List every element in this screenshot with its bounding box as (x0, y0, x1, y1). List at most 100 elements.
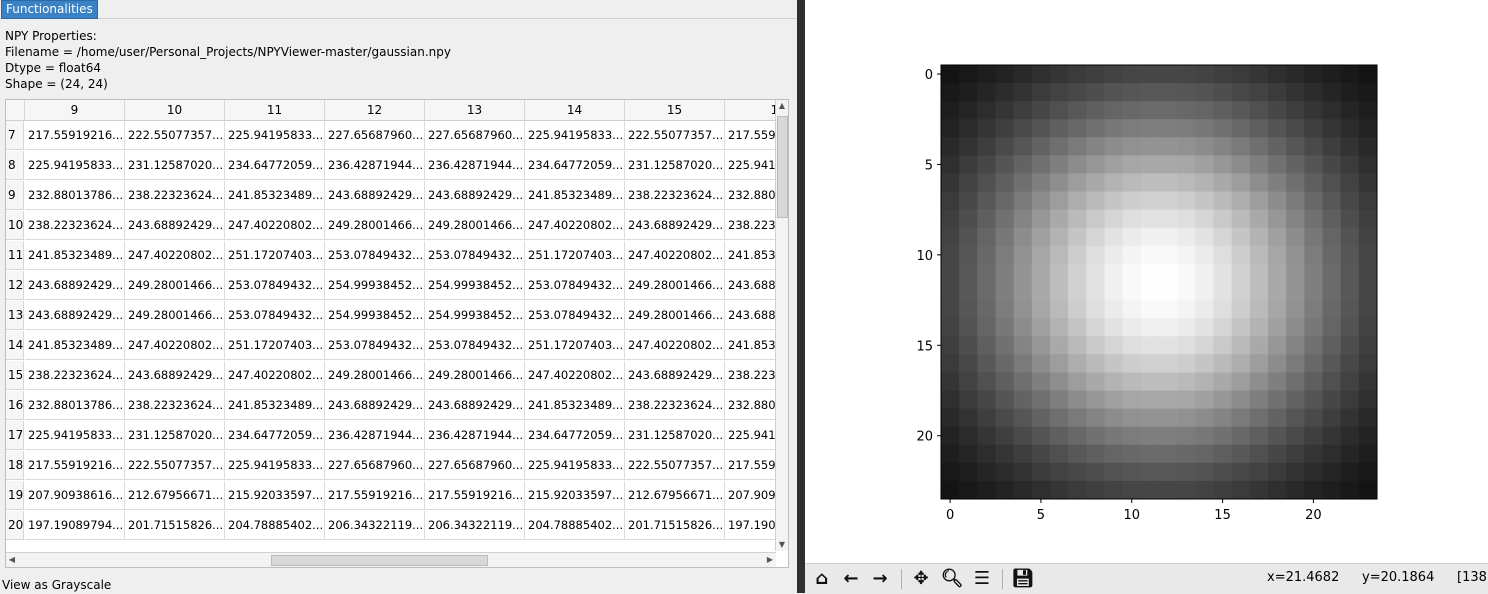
heatmap-plot[interactable]: 0 5 10 15 20 0 5 10 15 20 (805, 0, 1488, 563)
scroll-up-arrow-icon[interactable]: ▲ (776, 100, 788, 112)
table-cell[interactable]: 249.28001466... (625, 301, 725, 330)
table-cell[interactable]: 197.19089794... (25, 511, 125, 540)
table-cell[interactable]: 254.99938452... (425, 271, 525, 300)
table-cell[interactable]: 206.34322119... (325, 511, 425, 540)
table-cell[interactable]: 238.22323624... (625, 181, 725, 210)
table-cell[interactable]: 232.88013786... (25, 181, 125, 210)
table-cell[interactable]: 243.688 (725, 301, 776, 330)
table-cell[interactable]: 238.223 (725, 211, 776, 240)
table-cell[interactable]: 247.40220802... (125, 331, 225, 360)
table-cell[interactable]: 254.99938452... (325, 271, 425, 300)
table-cell[interactable]: 243.68892429... (425, 391, 525, 420)
table-cell[interactable]: 207.90938616... (25, 481, 125, 510)
table-cell[interactable]: 249.28001466... (625, 271, 725, 300)
column-header-cell[interactable]: 12 (325, 100, 425, 120)
table-cell[interactable]: 215.92033597... (225, 481, 325, 510)
table-cell[interactable]: 247.40220802... (225, 211, 325, 240)
vertical-scroll-thumb[interactable] (777, 116, 788, 218)
table-cell[interactable]: 241.85323489... (25, 241, 125, 270)
table-cell[interactable]: 232.880 (725, 181, 776, 210)
functionalities-menu[interactable]: Functionalities (1, 0, 98, 19)
row-header[interactable]: 11 (6, 241, 24, 270)
table-cell[interactable]: 238.22323624... (625, 391, 725, 420)
table-cell[interactable]: 243.68892429... (25, 271, 125, 300)
table-cell[interactable]: 201.71515826... (625, 511, 725, 540)
column-header-cell[interactable]: 14 (525, 100, 625, 120)
table-cell[interactable]: 254.99938452... (325, 301, 425, 330)
table-cell[interactable]: 212.67956671... (625, 481, 725, 510)
table-cell[interactable]: 204.78885402... (225, 511, 325, 540)
table-cell[interactable]: 227.65687960... (425, 451, 525, 480)
table-cell[interactable]: 243.68892429... (425, 181, 525, 210)
table-cell[interactable]: 231.12587020... (625, 421, 725, 450)
table-cell[interactable]: 225.94195833... (525, 451, 625, 480)
scroll-left-arrow-icon[interactable]: ◀ (6, 553, 18, 567)
data-table[interactable]: 91011121314151 7217.55919216...222.55077… (5, 99, 789, 568)
row-header[interactable]: 16 (6, 391, 24, 420)
row-header[interactable]: 20 (6, 511, 24, 540)
table-cell[interactable]: 225.94195833... (225, 121, 325, 150)
table-cell[interactable]: 247.40220802... (125, 241, 225, 270)
table-cell[interactable]: 238.223 (725, 361, 776, 390)
horizontal-scrollbar[interactable]: ◀ ▶ (6, 552, 776, 567)
table-cell[interactable]: 234.64772059... (225, 421, 325, 450)
table-cell[interactable]: 222.55077357... (125, 451, 225, 480)
table-cell[interactable]: 236.42871944... (325, 151, 425, 180)
pane-splitter[interactable] (797, 0, 805, 593)
table-cell[interactable]: 241.85323489... (225, 391, 325, 420)
table-cell[interactable]: 236.42871944... (425, 151, 525, 180)
table-cell[interactable]: 225.94195833... (25, 151, 125, 180)
table-cell[interactable]: 225.94195833... (525, 121, 625, 150)
table-cell[interactable]: 247.40220802... (225, 361, 325, 390)
table-cell[interactable]: 253.07849432... (225, 301, 325, 330)
table-cell[interactable]: 222.55077357... (625, 451, 725, 480)
table-cell[interactable]: 243.68892429... (625, 361, 725, 390)
table-cell[interactable]: 227.65687960... (325, 451, 425, 480)
row-header[interactable]: 7 (6, 121, 24, 150)
table-cell[interactable]: 234.64772059... (225, 151, 325, 180)
table-cell[interactable]: 231.12587020... (625, 151, 725, 180)
table-cell[interactable]: 222.55077357... (125, 121, 225, 150)
table-cell[interactable]: 247.40220802... (525, 361, 625, 390)
table-cell[interactable]: 247.40220802... (625, 331, 725, 360)
row-header[interactable]: 12 (6, 271, 24, 300)
table-cell[interactable]: 197.190 (725, 511, 776, 540)
table-cell[interactable]: 227.65687960... (325, 121, 425, 150)
table-cell[interactable]: 253.07849432... (525, 271, 625, 300)
scroll-down-arrow-icon[interactable]: ▼ (776, 539, 788, 551)
table-cell[interactable]: 253.07849432... (225, 271, 325, 300)
row-header[interactable]: 8 (6, 151, 24, 180)
table-cell[interactable]: 253.07849432... (425, 331, 525, 360)
zoom-icon[interactable]: 🔍︎ (939, 567, 965, 591)
table-cell[interactable]: 217.55919216... (25, 451, 125, 480)
row-header[interactable]: 18 (6, 451, 24, 480)
table-cell[interactable]: 217.559 (725, 121, 776, 150)
table-cell[interactable]: 241.853 (725, 331, 776, 360)
forward-icon[interactable]: → (867, 567, 893, 591)
configure-subplots-icon[interactable]: ☰ (969, 567, 995, 591)
table-cell[interactable]: 253.07849432... (425, 241, 525, 270)
table-cell[interactable]: 217.55919216... (25, 121, 125, 150)
table-cell[interactable]: 206.34322119... (425, 511, 525, 540)
table-cell[interactable]: 254.99938452... (425, 301, 525, 330)
table-cell[interactable]: 236.42871944... (325, 421, 425, 450)
table-cell[interactable]: 243.68892429... (325, 181, 425, 210)
table-cell[interactable]: 241.85323489... (225, 181, 325, 210)
row-header[interactable]: 14 (6, 331, 24, 360)
table-cell[interactable]: 217.55919216... (325, 481, 425, 510)
table-cell[interactable]: 253.07849432... (325, 241, 425, 270)
column-header-cell[interactable]: 1 (725, 100, 776, 120)
scroll-right-arrow-icon[interactable]: ▶ (764, 553, 776, 567)
column-header-cell[interactable]: 9 (25, 100, 125, 120)
table-cell[interactable]: 241.85323489... (525, 391, 625, 420)
column-header-cell[interactable]: 13 (425, 100, 525, 120)
table-cell[interactable]: 243.68892429... (625, 211, 725, 240)
table-cell[interactable]: 253.07849432... (525, 301, 625, 330)
table-cell[interactable]: 249.28001466... (425, 211, 525, 240)
row-header[interactable]: 15 (6, 361, 24, 390)
table-cell[interactable]: 243.68892429... (125, 361, 225, 390)
row-header[interactable]: 17 (6, 421, 24, 450)
column-header-cell[interactable]: 10 (125, 100, 225, 120)
table-cell[interactable]: 234.64772059... (525, 151, 625, 180)
table-corner[interactable] (6, 100, 25, 120)
